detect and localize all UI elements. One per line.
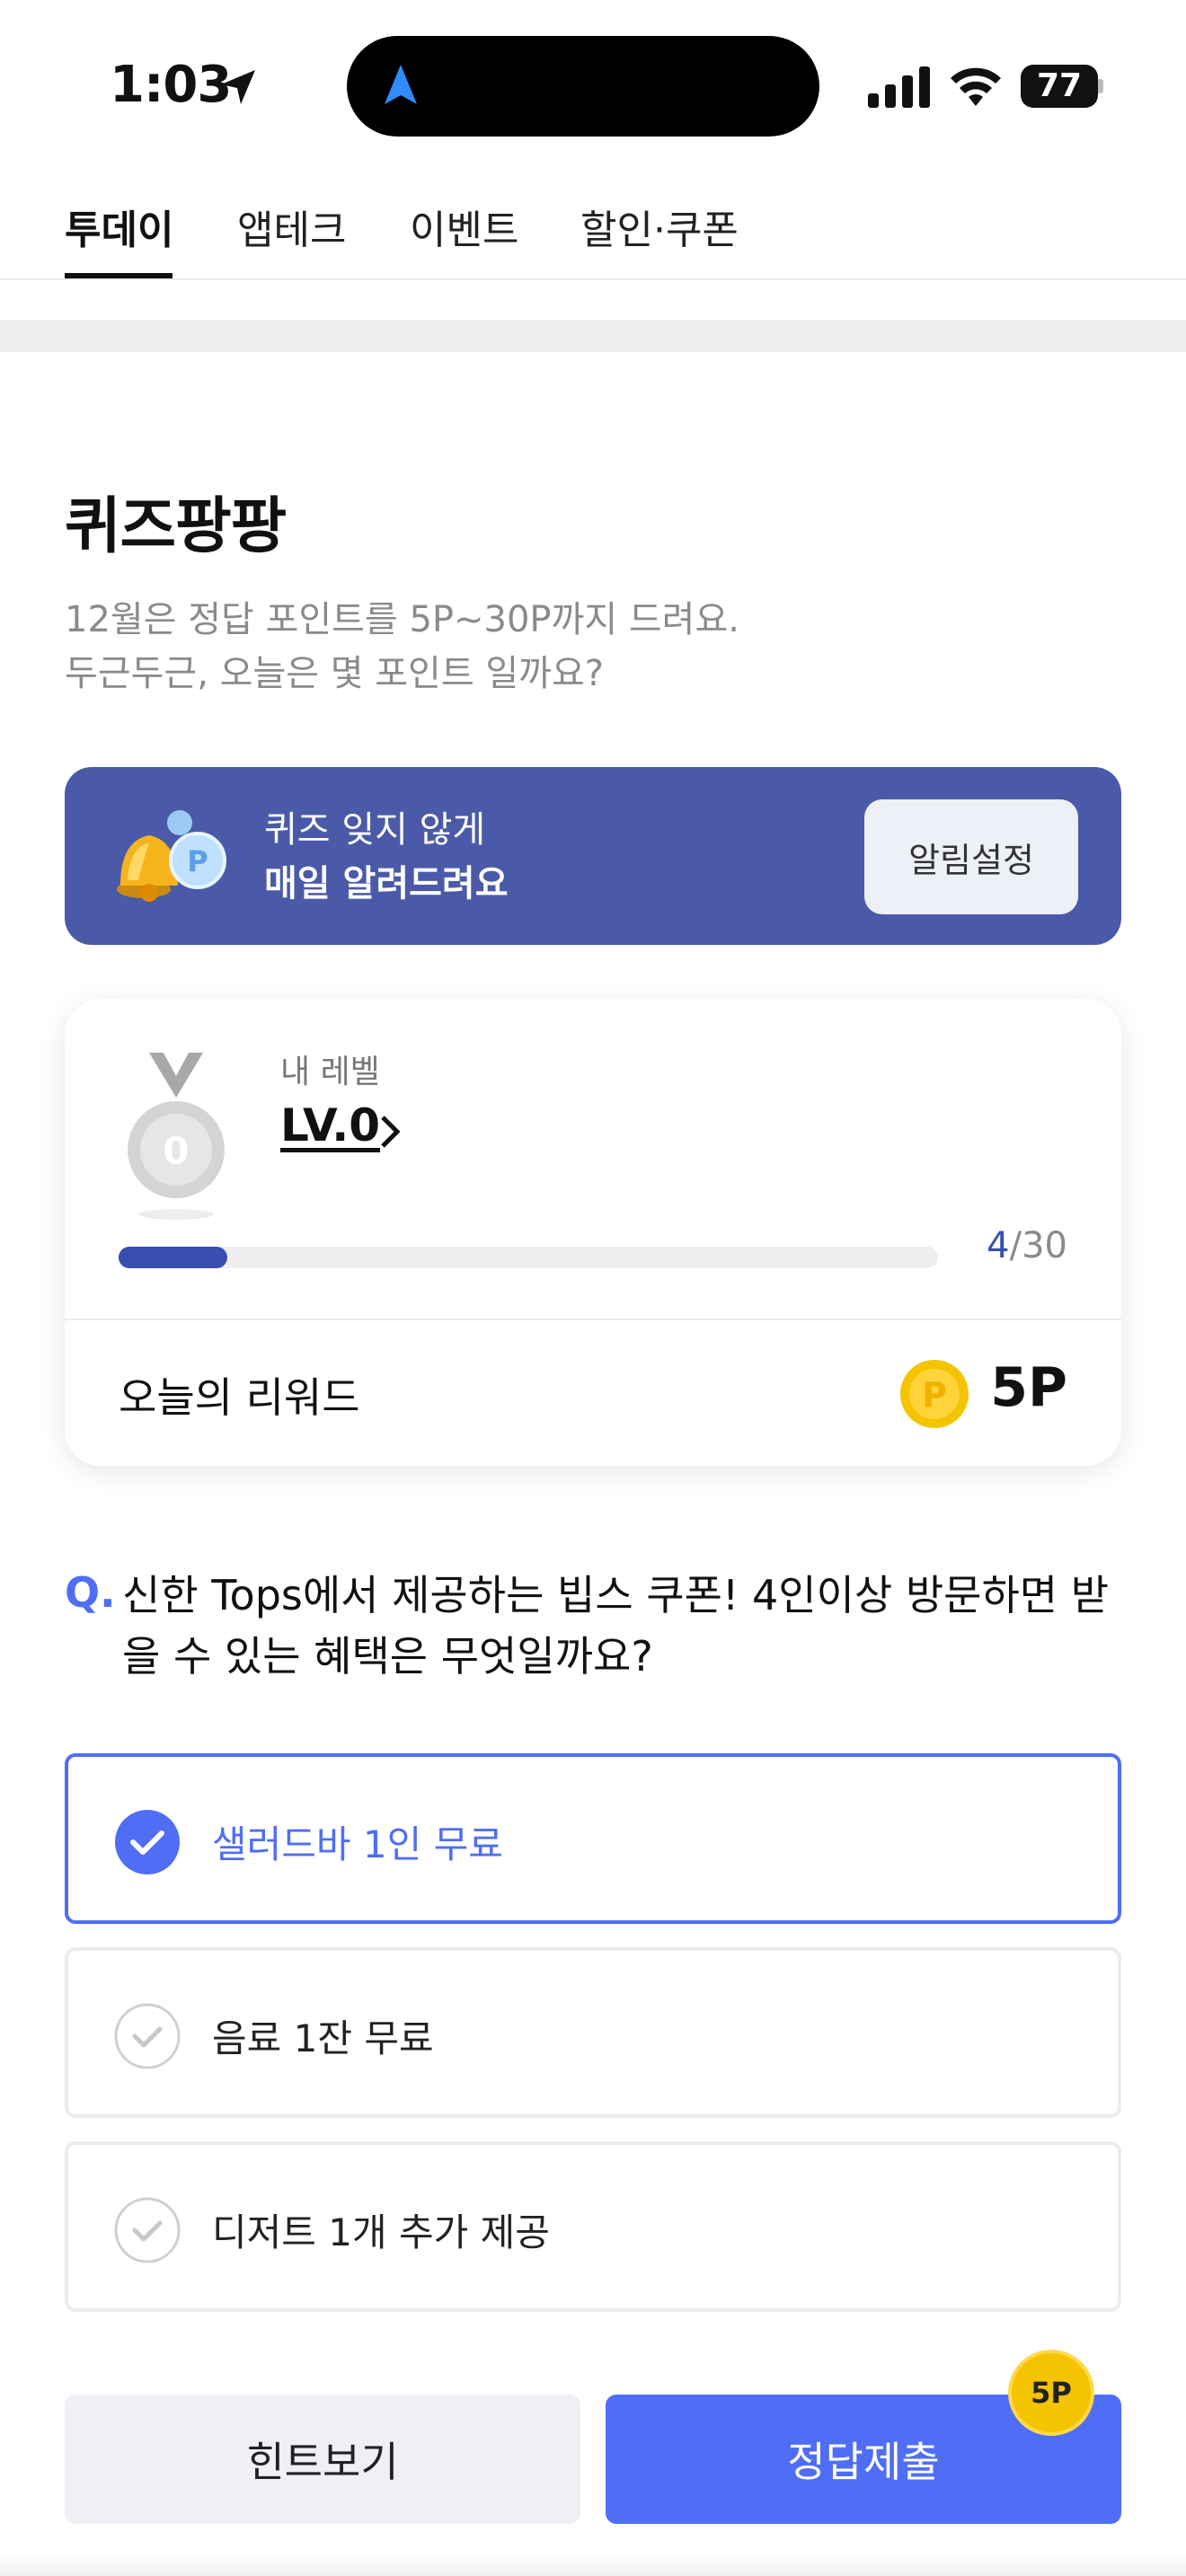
bottom-edge	[0, 2551, 1186, 2576]
banner-line-1: 퀴즈 잊지 않게	[264, 809, 486, 851]
banner-text: 퀴즈 잊지 않게 매일 알려드려요	[264, 803, 509, 911]
banner-line-2: 매일 알려드려요	[264, 863, 509, 904]
top-tabs: 투데이 앱테크 이벤트 할인·쿠폰	[0, 180, 1186, 280]
answer-option-label: 음료 1잔 무료	[212, 2016, 434, 2060]
tab-today[interactable]: 투데이	[65, 198, 173, 255]
my-level-label: 내 레벨	[280, 1054, 380, 1090]
medal-number: 0	[163, 1129, 189, 1173]
progress-total: /30	[1009, 1225, 1067, 1266]
answer-option-1[interactable]: 샐러드바 1인 무료	[65, 1753, 1121, 1924]
question-text: 신한 Tops에서 제공하는 빕스 쿠폰! 4인이상 방문하면 받을 수 있는 …	[122, 1571, 1110, 1681]
answer-option-label: 디저트 1개 추가 제공	[212, 2210, 550, 2254]
answer-option-3[interactable]: 디저트 1개 추가 제공	[65, 2141, 1121, 2312]
location-arrow-icon	[221, 70, 255, 104]
subtitle-line-1: 12월은 정답 포인트를 5P~30P까지 드려요.	[65, 599, 739, 640]
tab-event[interactable]: 이벤트	[410, 198, 518, 255]
tab-apptech[interactable]: 앱테크	[237, 198, 346, 255]
battery-icon: 77	[1021, 65, 1105, 108]
notification-settings-button[interactable]: 알림설정	[864, 799, 1078, 914]
page: 1:03 77 투데이 앱테크 이벤트 할인·쿠폰 퀴즈팡팡 12월은 정답 포…	[0, 0, 1186, 2576]
submit-points-badge: 5P	[1008, 2350, 1094, 2436]
wifi-icon	[951, 67, 1001, 106]
status-bar: 1:03 77	[0, 0, 1186, 171]
battery-level: 77	[1036, 67, 1083, 104]
page-title: 퀴즈팡팡	[65, 491, 287, 562]
coin-letter: P	[922, 1375, 947, 1415]
active-tab-indicator	[65, 273, 173, 278]
level-progress-count: 4/30	[987, 1225, 1067, 1266]
today-reward-label: 오늘의 리워드	[119, 1373, 360, 1422]
check-circle-outline-icon	[114, 2003, 181, 2069]
progress-current: 4	[987, 1225, 1010, 1266]
svg-text:P: P	[187, 844, 208, 878]
chevron-right-icon[interactable]	[377, 1112, 404, 1151]
notification-banner: P 퀴즈 잊지 않게 매일 알려드려요 알림설정	[65, 767, 1121, 945]
check-circle-filled-icon	[115, 1810, 180, 1875]
tab-discount-coupon[interactable]: 할인·쿠폰	[580, 198, 739, 255]
status-time: 1:03	[110, 56, 232, 114]
card-divider	[65, 1319, 1121, 1320]
point-coin-icon: P	[900, 1360, 969, 1428]
bell-icon: P	[117, 810, 226, 902]
today-reward-value: 5P	[990, 1356, 1067, 1419]
subtitle-line-2: 두근두근, 오늘은 몇 포인트 일까요?	[65, 653, 605, 694]
question-prefix: Q.	[65, 1568, 116, 1617]
battery-cap	[1098, 79, 1103, 93]
check-circle-outline-icon	[114, 2197, 181, 2263]
answer-option-2[interactable]: 음료 1잔 무료	[65, 1947, 1121, 2118]
hint-button[interactable]: 힌트보기	[65, 2395, 580, 2524]
level-progress-fill	[119, 1247, 228, 1268]
section-separator	[0, 320, 1186, 352]
level-progress-bar	[119, 1247, 938, 1268]
level-link[interactable]: LV.0	[280, 1099, 380, 1151]
level-card: 0 내 레벨 LV.0 4/30 오늘의 리워드 P 5P	[65, 999, 1121, 1466]
quiz-subtitle: 12월은 정답 포인트를 5P~30P까지 드려요. 두근두근, 오늘은 몇 포…	[65, 593, 739, 701]
answer-option-label: 샐러드바 1인 무료	[212, 1822, 503, 1866]
cellular-signal-icon	[868, 66, 930, 108]
navigation-arrow-icon	[385, 65, 417, 104]
medal-icon: 0	[128, 1053, 225, 1220]
